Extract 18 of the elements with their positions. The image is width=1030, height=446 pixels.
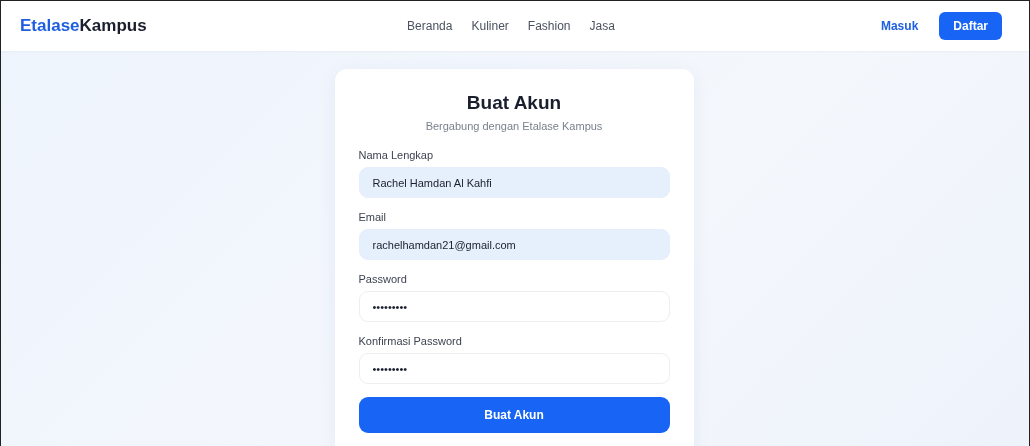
field-label: Nama Lengkap [358, 149, 435, 161]
register-button[interactable]: Daftar [939, 12, 1002, 40]
field-label: Password [358, 273, 408, 285]
nav-link[interactable]: Beranda [407, 19, 453, 33]
nav-link[interactable]: Kuliner [471, 19, 509, 33]
field-label: Email [358, 211, 387, 223]
input-field[interactable]: ••••••••• [358, 353, 670, 384]
input-field[interactable]: Rachel Hamdan Al Kahfi [358, 167, 670, 198]
input-field[interactable]: ••••••••• [358, 291, 670, 322]
field-label: Konfirmasi Password [358, 335, 463, 347]
login-link[interactable]: Masuk [880, 19, 919, 33]
nav-link[interactable]: Fashion [527, 19, 571, 33]
input-field[interactable]: rachelhamdan21@gmail.com [358, 229, 670, 260]
nav-link[interactable]: Jasa [589, 19, 615, 33]
logo[interactable]: EtalaseKampus [20, 16, 408, 36]
submit-button[interactable]: Buat Akun [358, 397, 670, 433]
form-title: Buat Akun [465, 92, 563, 114]
form-subtitle: Bergabung dengan Etalase Kampus [424, 120, 604, 132]
